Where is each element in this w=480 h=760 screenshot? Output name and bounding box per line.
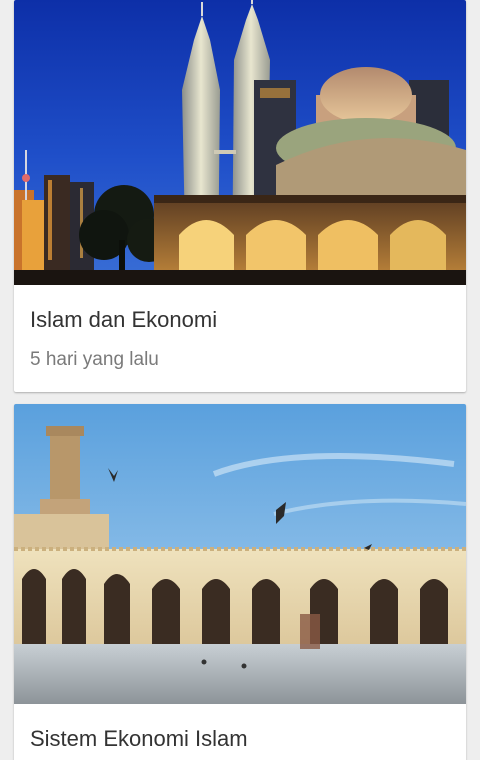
article-card[interactable]: Islam dan Ekonomi 5 hari yang lalu — [14, 0, 466, 392]
article-feed: Islam dan Ekonomi 5 hari yang lalu Siste… — [0, 0, 480, 760]
article-title: Sistem Ekonomi Islam — [30, 726, 248, 751]
article-time: 5 hari yang lalu — [30, 349, 159, 370]
article-card[interactable]: Sistem Ekonomi Islam — [14, 404, 466, 760]
article-image-twin-towers-mosque[interactable] — [14, 0, 466, 285]
article-title: Islam dan Ekonomi — [30, 307, 218, 332]
article-image-mosque-courtyard[interactable] — [14, 404, 466, 704]
